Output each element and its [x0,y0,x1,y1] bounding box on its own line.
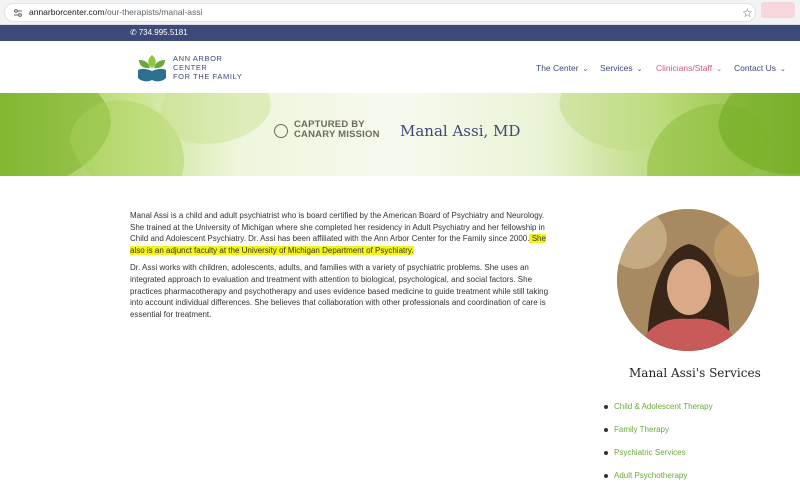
logo-line-3: FOR THE FAMILY [173,72,243,81]
clinician-photo [617,209,759,351]
portrait-illustration [617,209,759,351]
nav-clinicians-staff[interactable]: Clinicians/Staff ⌄ [656,63,722,73]
chevron-down-icon: ⌄ [780,66,786,73]
url-text[interactable]: annarborcenter.com/our-therapists/manal-… [29,7,202,17]
site-header: ANN ARBOR CENTER FOR THE FAMILY The Cent… [0,41,800,93]
nav-contact-us[interactable]: Contact Us ⌄ [734,63,786,73]
url-domain: annarborcenter.com [29,7,105,17]
logo-line-2: CENTER [173,63,208,72]
phone-link[interactable]: ✆ 734.995.5181 [130,28,188,37]
top-contact-bar: ✆ 734.995.5181 [0,25,800,41]
browser-toolbar: annarborcenter.com/our-therapists/manal-… [0,0,800,25]
site-settings-icon[interactable] [13,8,23,18]
bio-paragraph-2: Dr. Assi works with children, adolescent… [130,263,549,319]
page-title: Manal Assi, MD [400,122,521,140]
bookmark-star-icon[interactable]: ☆ [742,7,753,19]
profile-button[interactable] [761,2,795,18]
bio-content: Manal Assi is a child and adult psychiat… [130,210,550,326]
hero-banner: CAPTURED BY CANARY MISSION Manal Assi, M… [0,93,800,176]
url-path: /our-therapists/manal-assi [104,7,203,17]
bio-text: Manal Assi is a child and adult psychiat… [130,211,545,244]
chevron-down-icon: ⌄ [716,66,722,73]
logo-line-1: ANN ARBOR [173,54,223,63]
chevron-down-icon: ⌄ [636,66,643,73]
chevron-down-icon: ⌄ [582,66,589,73]
services-list: Child & Adolescent Therapy Family Therap… [604,402,713,491]
services-heading: Manal Assi's Services [629,366,761,380]
bio-paragraph-1: Manal Assi is a child and adult psychiat… [130,210,550,256]
nav-label: Services [600,63,633,73]
service-link-psychiatric-services[interactable]: Psychiatric Services [604,448,713,471]
logo-leaf-icon[interactable] [136,53,168,83]
service-link-family-therapy[interactable]: Family Therapy [604,425,713,448]
nav-label: The Center [536,63,579,73]
watermark-icon [274,124,288,138]
phone-icon: ✆ [130,28,137,37]
watermark-line-2: CANARY MISSION [294,129,380,140]
watermark-text: CAPTURED BY CANARY MISSION [294,120,380,140]
nav-services[interactable]: Services ⌄ [600,63,642,73]
service-link-child-adolescent-therapy[interactable]: Child & Adolescent Therapy [604,402,713,425]
nav-label: Clinicians/Staff [656,63,713,73]
logo-text[interactable]: ANN ARBOR CENTER FOR THE FAMILY [173,54,242,81]
phone-number: 734.995.5181 [138,28,188,37]
nav-the-center[interactable]: The Center ⌄ [536,63,588,73]
nav-label: Contact Us [734,63,777,73]
address-bar[interactable]: annarborcenter.com/our-therapists/manal-… [4,3,756,22]
service-link-adult-psychotherapy[interactable]: Adult Psychotherapy [604,471,713,491]
